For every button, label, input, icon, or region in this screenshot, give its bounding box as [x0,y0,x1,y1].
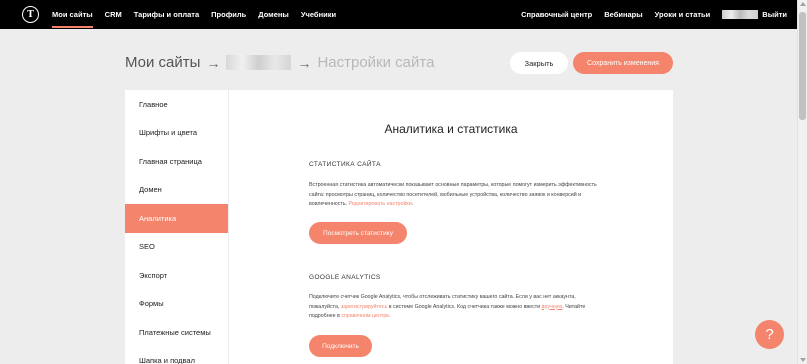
sidebar-item-domain[interactable]: Домен [125,176,228,205]
breadcrumb-root[interactable]: Мои сайты [125,54,200,71]
page-scrollbar[interactable] [797,0,807,364]
manual-link[interactable]: вручную [542,304,563,310]
arrow-right-icon: → [206,54,221,71]
nav-lessons[interactable]: Уроки и статьи [655,0,711,29]
sidebar-item-main[interactable]: Главное [125,90,228,119]
nav-domains[interactable]: Домены [258,0,289,29]
sidebar-item-home-page[interactable]: Главная страница [125,147,228,176]
settings-panel: Главное Шрифты и цвета Главная страница … [125,90,673,364]
view-stats-button[interactable]: Посмотреть статистику [309,222,407,244]
nav-my-sites[interactable]: Мои сайты [52,0,93,29]
nav-profile[interactable]: Профиль [211,0,246,29]
connect-button[interactable]: Подключить [309,335,372,357]
close-button[interactable]: Закрыть [510,52,568,74]
breadcrumb-current: Настройки сайта [317,54,435,71]
user-name-redacted [722,10,759,19]
sidebar-item-analytics[interactable]: Аналитика [125,204,228,233]
sidebar-item-payment-systems[interactable]: Платежные системы [125,318,228,347]
nav-webinars[interactable]: Вебинары [604,0,642,29]
nav-logout[interactable]: Выйти [762,0,787,29]
sidebar-item-export[interactable]: Экспорт [125,261,228,290]
sidebar-item-seo[interactable]: SEO [125,233,228,262]
google-analytics-heading: GOOGLE ANALYTICS [309,274,381,281]
save-changes-button[interactable]: Сохранить изменения [573,52,673,74]
help-center-link[interactable]: справочном центре [341,313,389,319]
arrow-right-icon: → [297,54,312,71]
help-question-icon[interactable]: ? [755,320,784,349]
sidebar-item-forms[interactable]: Формы [125,290,228,319]
sidebar-item-header-footer[interactable]: Шапка и подвал [125,347,228,364]
page-title: Аналитика и статистика [384,122,518,136]
period: . [389,313,391,319]
site-name-redacted[interactable] [226,55,292,70]
nav-crm[interactable]: CRM [105,0,122,29]
register-link[interactable]: зарегистрируйтесь [341,304,387,310]
nav-tutorials[interactable]: Учебники [301,0,336,29]
scroll-up-icon[interactable] [800,2,806,6]
nav-help-center[interactable]: Справочный центр [521,0,592,29]
scroll-thumb[interactable] [799,12,806,120]
period: . [411,201,414,207]
settings-sidebar: Главное Шрифты и цвета Главная страница … [125,90,229,364]
sidebar-item-fonts-colors[interactable]: Шрифты и цвета [125,119,228,148]
top-navbar: T Мои сайты CRM Тарифы и оплата Профиль … [0,0,797,29]
google-analytics-description: Подключите счетчик Google Analytics, что… [309,293,599,322]
scroll-down-icon[interactable] [800,358,806,362]
analytics-content: Аналитика и статистика СТАТИСТИКА САЙТА … [229,90,673,364]
site-stats-heading: СТАТИСТИКА САЙТА [309,161,381,168]
edit-settings-link[interactable]: Редактировать настройки [349,201,412,207]
ga-text-2: в системе Google Analytics. Код счетчика… [388,303,541,310]
tilda-logo-icon[interactable]: T [22,6,39,23]
breadcrumb: Мои сайты → → Настройки сайта [125,54,434,71]
site-stats-description: Встроенная статистика автоматически пока… [309,181,599,210]
nav-pricing[interactable]: Тарифы и оплата [134,0,199,29]
